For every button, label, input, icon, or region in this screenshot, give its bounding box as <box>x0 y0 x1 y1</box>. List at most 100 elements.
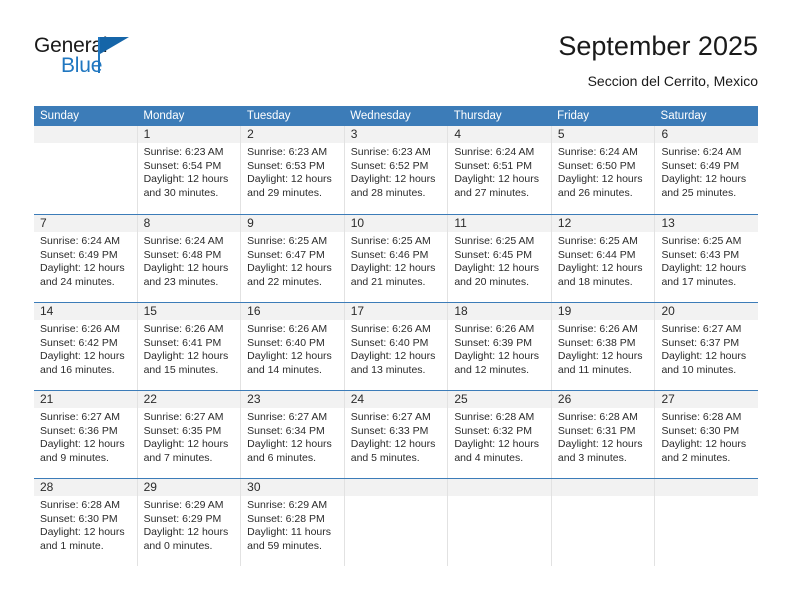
daylight-text: Daylight: 12 hours and 17 minutes. <box>661 262 747 288</box>
day-sun-info: Sunrise: 6:29 AM Sunset: 6:28 PM Daylight:… <box>241 496 344 553</box>
daylight-text: Daylight: 12 hours and 24 minutes. <box>40 262 125 288</box>
daylight-text: Daylight: 12 hours and 22 minutes. <box>247 262 332 288</box>
weekday-header-thursday: Thursday <box>453 110 502 122</box>
daylight-text: Daylight: 12 hours and 30 minutes. <box>143 173 229 199</box>
sunrise-text: Sunrise: 6:23 AM <box>143 146 224 158</box>
calendar-day-cell[interactable]: 11 Sunrise: 6:25 AM Sunset: 6:45 PM Dayligh… <box>447 215 551 302</box>
day-sun-info: Sunrise: 6:23 AM Sunset: 6:54 PM Daylight:… <box>138 143 241 200</box>
calendar-day-cell[interactable]: 1 Sunrise: 6:23 AM Sunset: 6:54 PM Daylight… <box>136 126 241 214</box>
calendar-day-cell-empty <box>654 479 759 566</box>
day-number-band: 14 <box>34 303 137 320</box>
sunset-text: Sunset: 6:30 PM <box>40 512 118 525</box>
weekday-header-monday: Monday <box>143 110 185 122</box>
calendar-day-cell[interactable]: 25 Sunrise: 6:28 AM Sunset: 6:32 PM Dayligh… <box>447 391 551 478</box>
sunrise-text: Sunrise: 6:25 AM <box>350 235 431 247</box>
calendar-day-cell[interactable]: 21 Sunrise: 6:27 AM Sunset: 6:36 PM Dayligh… <box>34 391 137 478</box>
sunset-text: Sunset: 6:46 PM <box>350 248 429 261</box>
day-number: 16 <box>247 304 261 318</box>
title-block: September 2025 Seccion del Cerrito, Mexi… <box>558 30 758 91</box>
calendar-day-cell-empty <box>447 479 551 566</box>
sunrise-text: Sunrise: 6:24 AM <box>454 146 535 158</box>
day-number-band: 9 <box>241 215 344 232</box>
day-number-band: 16 <box>241 303 344 320</box>
day-sun-info: Sunrise: 6:25 AM Sunset: 6:43 PM Daylight:… <box>655 232 758 289</box>
day-sun-info: Sunrise: 6:28 AM Sunset: 6:30 PM Daylight:… <box>655 408 758 465</box>
calendar-day-cell[interactable]: 23 Sunrise: 6:27 AM Sunset: 6:34 PM Dayligh… <box>240 391 344 478</box>
calendar-day-cell[interactable]: 3 Sunrise: 6:23 AM Sunset: 6:52 PM Daylight… <box>343 126 448 214</box>
day-number-band: 20 <box>655 303 759 320</box>
day-number: 9 <box>247 216 254 230</box>
day-number-band: 21 <box>34 391 137 408</box>
calendar-day-cell[interactable]: 7 Sunrise: 6:24 AM Sunset: 6:49 PM Daylight… <box>34 215 137 302</box>
sunset-text: Sunset: 6:29 PM <box>143 512 222 525</box>
calendar-day-cell[interactable]: 20 Sunrise: 6:27 AM Sunset: 6:37 PM Dayligh… <box>654 303 759 390</box>
daylight-text: Daylight: 12 hours and 0 minutes. <box>143 526 229 552</box>
daylight-text: Daylight: 12 hours and 12 minutes. <box>454 350 539 376</box>
day-number: 19 <box>557 304 572 318</box>
calendar-day-cell[interactable]: 18 Sunrise: 6:26 AM Sunset: 6:39 PM Dayligh… <box>447 303 551 390</box>
day-sun-info: Sunrise: 6:26 AM Sunset: 6:40 PM Daylight:… <box>241 320 344 377</box>
sunset-text: Sunset: 6:43 PM <box>661 248 740 261</box>
daylight-text: Daylight: 12 hours and 26 minutes. <box>557 173 643 199</box>
day-number: 14 <box>40 304 54 318</box>
sunrise-text: Sunrise: 6:26 AM <box>40 323 120 335</box>
daylight-text: Daylight: 12 hours and 21 minutes. <box>350 262 436 288</box>
calendar-day-cell[interactable]: 26 Sunrise: 6:28 AM Sunset: 6:31 PM Dayligh… <box>550 391 655 478</box>
day-number: 11 <box>454 216 467 230</box>
calendar-day-cell[interactable]: 30 Sunrise: 6:29 AM Sunset: 6:28 PM Dayligh… <box>240 479 344 566</box>
sunset-text: Sunset: 6:40 PM <box>247 336 325 349</box>
calendar-week-row: 28 Sunrise: 6:28 AM Sunset: 6:30 PM Dayligh… <box>34 478 759 566</box>
calendar-day-cell[interactable]: 6 Sunrise: 6:24 AM Sunset: 6:49 PM Daylight… <box>654 126 759 214</box>
calendar-day-cell[interactable]: 14 Sunrise: 6:26 AM Sunset: 6:42 PM Dayligh… <box>34 303 137 390</box>
calendar-day-cell[interactable]: 28 Sunrise: 6:28 AM Sunset: 6:30 PM Dayligh… <box>34 479 137 566</box>
calendar-day-cell[interactable]: 9 Sunrise: 6:25 AM Sunset: 6:47 PM Daylight… <box>240 215 344 302</box>
sunrise-text: Sunrise: 6:23 AM <box>350 146 431 158</box>
day-number-band: 6 <box>655 126 759 143</box>
sunset-text: Sunset: 6:49 PM <box>661 159 740 172</box>
calendar-day-cell[interactable]: 19 Sunrise: 6:26 AM Sunset: 6:38 PM Dayligh… <box>550 303 655 390</box>
day-sun-info: Sunrise: 6:25 AM Sunset: 6:47 PM Daylight:… <box>241 232 344 289</box>
day-number-band: 4 <box>448 126 551 143</box>
calendar-day-cell[interactable]: 10 Sunrise: 6:25 AM Sunset: 6:46 PM Dayligh… <box>343 215 448 302</box>
calendar-day-cell[interactable]: 16 Sunrise: 6:26 AM Sunset: 6:40 PM Dayligh… <box>240 303 344 390</box>
day-number-band: 13 <box>655 215 759 232</box>
day-number: 5 <box>557 127 565 141</box>
calendar-day-cell[interactable]: 4 Sunrise: 6:24 AM Sunset: 6:51 PM Daylight… <box>447 126 551 214</box>
calendar-day-cell[interactable]: 8 Sunrise: 6:24 AM Sunset: 6:48 PM Daylight… <box>136 215 241 302</box>
calendar-day-cell[interactable]: 5 Sunrise: 6:24 AM Sunset: 6:50 PM Daylight… <box>550 126 655 214</box>
sunrise-text: Sunrise: 6:25 AM <box>661 235 742 247</box>
day-sun-info: Sunrise: 6:26 AM Sunset: 6:40 PM Daylight:… <box>345 320 448 377</box>
sunset-text: Sunset: 6:48 PM <box>143 248 222 261</box>
day-sun-info: Sunrise: 6:28 AM Sunset: 6:31 PM Daylight:… <box>552 408 655 465</box>
day-number: 24 <box>350 392 365 406</box>
calendar-day-cell-empty <box>34 126 137 214</box>
calendar-week-row: 21 Sunrise: 6:27 AM Sunset: 6:36 PM Dayligh… <box>34 390 759 478</box>
day-number: 15 <box>143 304 157 318</box>
sunrise-text: Sunrise: 6:26 AM <box>454 323 535 335</box>
sunrise-text: Sunrise: 6:28 AM <box>661 411 742 423</box>
sunset-text: Sunset: 6:45 PM <box>454 248 532 261</box>
day-sun-info: Sunrise: 6:29 AM Sunset: 6:29 PM Daylight:… <box>138 496 241 553</box>
day-number-band: 17 <box>344 303 448 320</box>
day-number-band: 22 <box>137 391 241 408</box>
sunrise-text: Sunrise: 6:27 AM <box>247 411 328 423</box>
day-number-band: 26 <box>551 391 655 408</box>
general-blue-logo[interactable]: General Blue <box>34 34 164 86</box>
sunrise-text: Sunrise: 6:26 AM <box>143 323 224 335</box>
calendar-day-cell[interactable]: 15 Sunrise: 6:26 AM Sunset: 6:41 PM Dayligh… <box>136 303 241 390</box>
weekday-header-friday: Friday <box>557 110 590 122</box>
calendar-day-cell[interactable]: 13 Sunrise: 6:25 AM Sunset: 6:43 PM Dayligh… <box>654 215 759 302</box>
sunrise-text: Sunrise: 6:25 AM <box>454 235 535 247</box>
calendar-day-cell[interactable]: 27 Sunrise: 6:28 AM Sunset: 6:30 PM Dayligh… <box>654 391 759 478</box>
calendar-day-cell[interactable]: 12 Sunrise: 6:25 AM Sunset: 6:44 PM Dayligh… <box>550 215 655 302</box>
sunset-text: Sunset: 6:33 PM <box>350 424 429 437</box>
day-number-band: 8 <box>137 215 241 232</box>
calendar-day-cell[interactable]: 17 Sunrise: 6:26 AM Sunset: 6:40 PM Dayligh… <box>343 303 448 390</box>
page-subtitle: Seccion del Cerrito, Mexico <box>587 73 758 89</box>
page-header: General Blue September 2025 Seccion del … <box>34 30 758 100</box>
calendar-day-cell[interactable]: 2 Sunrise: 6:23 AM Sunset: 6:53 PM Daylight… <box>240 126 344 214</box>
calendar-day-cell[interactable]: 24 Sunrise: 6:27 AM Sunset: 6:33 PM Dayligh… <box>343 391 448 478</box>
calendar-day-cell[interactable]: 22 Sunrise: 6:27 AM Sunset: 6:35 PM Dayligh… <box>136 391 241 478</box>
calendar-day-cell[interactable]: 29 Sunrise: 6:29 AM Sunset: 6:29 PM Dayligh… <box>136 479 241 566</box>
day-sun-info: Sunrise: 6:24 AM Sunset: 6:48 PM Daylight:… <box>138 232 241 289</box>
